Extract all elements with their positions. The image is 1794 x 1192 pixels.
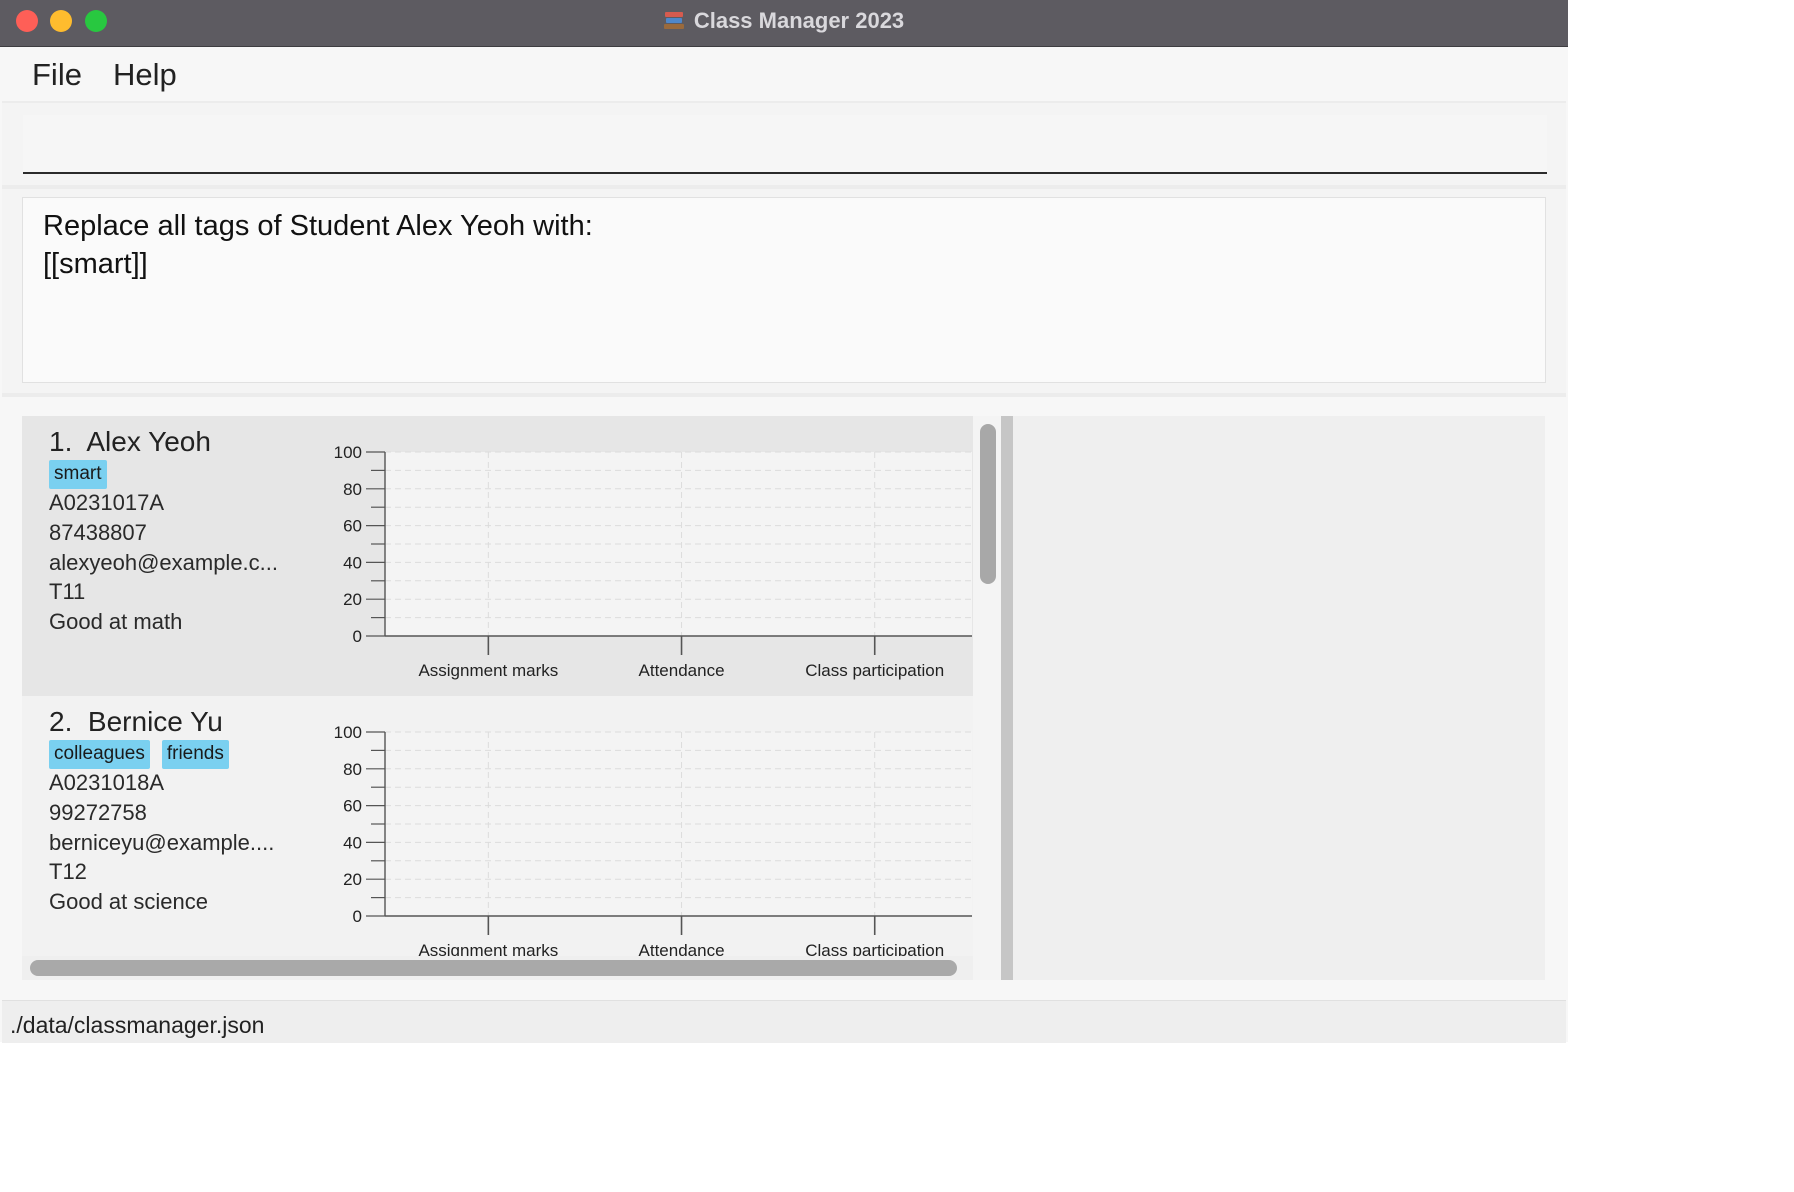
tag-badge: colleagues bbox=[49, 740, 150, 769]
result-display: Replace all tags of Student Alex Yeoh wi… bbox=[22, 197, 1546, 383]
student-name: 1. Alex Yeoh bbox=[49, 426, 211, 458]
split-pane-divider[interactable] bbox=[1001, 416, 1013, 980]
command-input[interactable] bbox=[23, 115, 1547, 174]
horizontal-scroll-thumb[interactable] bbox=[30, 960, 957, 976]
student-email: alexyeoh@example.c... bbox=[49, 550, 279, 575]
student-class-number: T11 bbox=[49, 579, 86, 604]
y-tick-label: 80 bbox=[343, 760, 362, 779]
y-tick-label: 20 bbox=[343, 870, 362, 889]
student-list[interactable]: 1. Alex Yeoh smart A0231017A 87438807 al… bbox=[22, 416, 973, 956]
student-phone: 99272758 bbox=[49, 800, 147, 825]
window-title-container: Class Manager 2023 bbox=[0, 8, 1568, 34]
y-tick-label: 60 bbox=[343, 797, 362, 816]
status-file-path: ./data/classmanager.json bbox=[10, 1012, 265, 1038]
title-bar[interactable]: Class Manager 2023 bbox=[0, 0, 1568, 47]
tag-badge: smart bbox=[49, 460, 107, 489]
result-line-1: Replace all tags of Student Alex Yeoh wi… bbox=[43, 210, 593, 242]
horizontal-scrollbar[interactable] bbox=[22, 956, 973, 980]
y-tick-label: 80 bbox=[343, 480, 362, 499]
command-box bbox=[2, 103, 1566, 189]
x-tick-label: Class participation bbox=[805, 941, 944, 956]
student-index: 2. bbox=[49, 706, 73, 737]
chart-group: 0 20 40 60 80 100 Assignment marks Attendance Cl… bbox=[334, 443, 972, 680]
student-comment: Good at math bbox=[49, 609, 183, 634]
x-tick-label: Attendance bbox=[639, 941, 725, 956]
y-tick-label: 40 bbox=[343, 553, 362, 572]
student-card[interactable]: 2. Bernice Yu colleagues friends A023101… bbox=[22, 696, 973, 956]
y-tick-label: 40 bbox=[343, 833, 362, 852]
student-card[interactable]: 1. Alex Yeoh smart A0231017A 87438807 al… bbox=[22, 416, 973, 696]
y-tick-label: 60 bbox=[343, 517, 362, 536]
tag-row: colleagues friends bbox=[49, 740, 229, 769]
student-detail-panel bbox=[1013, 416, 1545, 980]
student-phone: 87438807 bbox=[49, 520, 147, 545]
menu-bar: File Help bbox=[2, 47, 1566, 103]
y-tick-label: 20 bbox=[343, 590, 362, 609]
app-window: Class Manager 2023 File Help Replace all… bbox=[0, 0, 1568, 1043]
student-class-number: T12 bbox=[49, 859, 87, 884]
student-email: berniceyu@example.... bbox=[49, 830, 275, 855]
x-tick-label: Assignment marks bbox=[418, 941, 558, 956]
grades-bar-chart: 0 20 40 60 80 100 Assignment marks Attendance Cl… bbox=[334, 723, 972, 956]
result-line-2: [[smart]] bbox=[43, 248, 148, 280]
x-tick-label: Attendance bbox=[639, 661, 725, 680]
chart-group: 0 20 40 60 80 100 Assignment marks Attendance Cl… bbox=[334, 723, 972, 956]
y-tick-label: 100 bbox=[334, 723, 362, 742]
grades-bar-chart: 0 20 40 60 80 100 Assignment marks Attendance Cl… bbox=[334, 443, 972, 680]
vertical-scrollbar[interactable] bbox=[973, 416, 1001, 980]
tag-row: smart bbox=[49, 460, 107, 489]
student-name-text: Bernice Yu bbox=[87, 706, 223, 737]
vertical-scroll-thumb[interactable] bbox=[980, 424, 996, 584]
tag-badge: friends bbox=[161, 740, 229, 769]
menu-help[interactable]: Help bbox=[113, 57, 177, 93]
x-tick-label: Class participation bbox=[805, 661, 944, 680]
student-name-text: Alex Yeoh bbox=[86, 426, 211, 457]
status-bar: ./data/classmanager.json bbox=[2, 1000, 1566, 1043]
y-tick-label: 0 bbox=[353, 907, 362, 926]
student-name: 2. Bernice Yu bbox=[49, 706, 223, 738]
window-title: Class Manager 2023 bbox=[693, 8, 905, 33]
student-index: 1. bbox=[49, 426, 73, 457]
y-tick-label: 0 bbox=[353, 627, 362, 646]
student-number: A0231017A bbox=[49, 490, 164, 515]
student-comment: Good at science bbox=[49, 889, 208, 914]
x-tick-label: Assignment marks bbox=[418, 661, 558, 680]
result-display-container: Replace all tags of Student Alex Yeoh wi… bbox=[2, 189, 1566, 397]
student-number: A0231018A bbox=[49, 770, 164, 795]
stacked-books-icon bbox=[663, 9, 684, 31]
menu-file[interactable]: File bbox=[32, 57, 82, 93]
y-tick-label: 100 bbox=[334, 443, 362, 462]
